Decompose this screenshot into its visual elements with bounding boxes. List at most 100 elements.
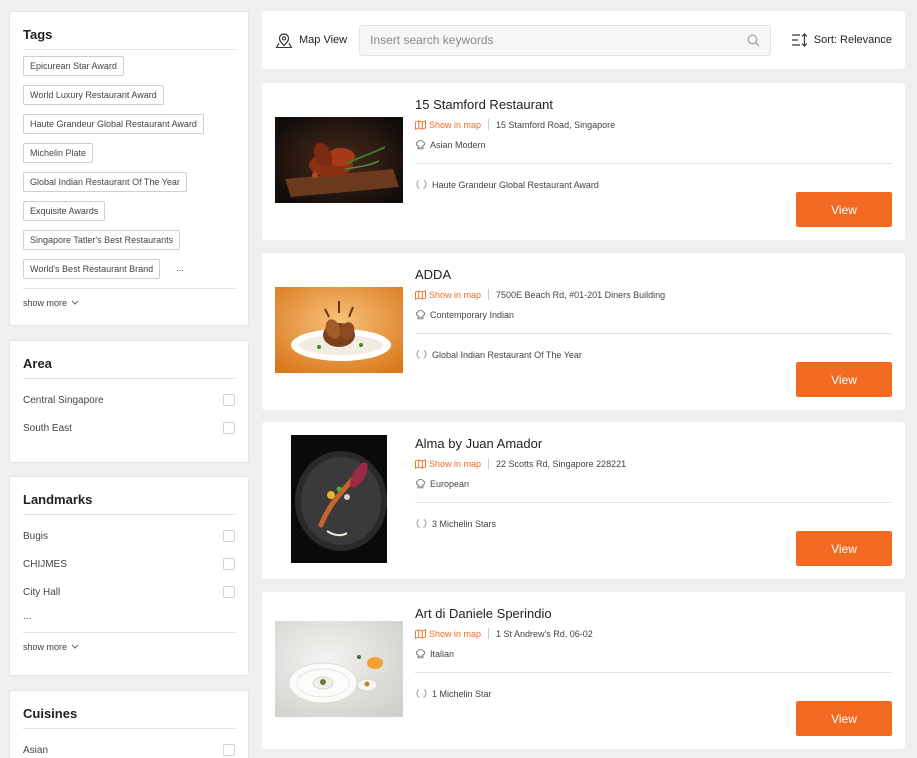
cuisine-label: Italian — [430, 648, 455, 659]
search-input[interactable] — [370, 33, 748, 47]
restaurant-card: Art di Daniele Sperindio Show in map 1 S… — [262, 592, 905, 749]
restaurant-cuisine: Contemporary Indian — [415, 309, 514, 320]
restaurant-card: Alma by Juan Amador Show in map 22 Scott… — [262, 422, 905, 579]
card-divider — [415, 163, 892, 164]
landmark-option[interactable]: Bugis — [23, 522, 235, 550]
search-icon[interactable] — [747, 34, 760, 47]
show-more-label: show more — [23, 642, 68, 652]
toolbar: Map View Sort: Relevance — [262, 11, 905, 69]
restaurant-cuisine: Italian — [415, 648, 454, 659]
landmark-option-label: CHIJMES — [23, 558, 67, 570]
map-view-label: Map View — [299, 34, 348, 46]
show-in-map-link[interactable]: Show in map — [415, 629, 481, 639]
restaurant-image[interactable] — [275, 287, 403, 373]
tag-chip[interactable]: Global Indian Restaurant Of The Year — [23, 172, 187, 192]
show-in-map-link[interactable]: Show in map — [415, 459, 481, 469]
chef-hat-icon — [415, 479, 426, 489]
view-button[interactable]: View — [796, 531, 892, 566]
restaurant-location: Show in map 22 Scotts Rd, Singapore 2282… — [415, 458, 626, 469]
restaurant-image[interactable] — [275, 621, 403, 717]
landmarks-title: Landmarks — [23, 477, 235, 515]
tag-chip[interactable]: World's Best Restaurant Brand — [23, 259, 161, 279]
tag-chip[interactable]: Exquisite Awards — [23, 201, 106, 221]
restaurant-cuisine: Asian Modern — [415, 139, 486, 150]
view-button[interactable]: View — [796, 701, 892, 736]
restaurant-name[interactable]: Alma by Juan Amador — [415, 436, 542, 451]
cuisine-label: European — [430, 478, 470, 489]
map-icon — [415, 289, 426, 300]
tag-chip[interactable]: Epicurean Star Award — [23, 56, 124, 76]
tags-show-more[interactable]: show more — [23, 288, 235, 316]
area-checkbox[interactable] — [223, 422, 235, 434]
show-in-map-label: Show in map — [429, 289, 482, 300]
laurel-icon — [416, 349, 427, 360]
landmarks-panel: Landmarks Bugis CHIJMES City Hall ... sh… — [9, 476, 249, 676]
landmark-checkbox[interactable] — [223, 558, 235, 570]
cuisine-label: Asian Modern — [430, 139, 486, 150]
area-title: Area — [23, 341, 235, 379]
cuisine-checkbox[interactable] — [223, 744, 235, 756]
map-pin-icon — [275, 32, 293, 48]
chef-hat-icon — [415, 140, 426, 150]
laurel-icon — [416, 518, 427, 529]
award-label: 3 Michelin Stars — [432, 518, 497, 529]
restaurant-award: 3 Michelin Stars — [415, 518, 496, 529]
restaurant-address: 15 Stamford Road, Singapore — [496, 119, 616, 130]
divider — [488, 119, 490, 130]
tag-chip[interactable]: Haute Grandeur Global Restaurant Award — [23, 114, 204, 134]
restaurant-location: Show in map 1 St Andrew's Rd, 06-02 — [415, 628, 593, 639]
restaurant-name[interactable]: Art di Daniele Sperindio — [415, 606, 552, 621]
cuisine-label: Contemporary Indian — [430, 309, 515, 320]
landmark-option-label: Bugis — [23, 530, 49, 542]
restaurant-location: Show in map 15 Stamford Road, Singapore — [415, 119, 615, 130]
card-divider — [415, 333, 892, 334]
view-button[interactable]: View — [796, 362, 892, 397]
area-option[interactable]: Central Singapore — [23, 386, 235, 414]
tag-chip[interactable]: World Luxury Restaurant Award — [23, 85, 164, 105]
area-option-label: Central Singapore — [23, 394, 104, 406]
award-label: Haute Grandeur Global Restaurant Award — [432, 179, 599, 190]
laurel-icon — [416, 179, 427, 190]
show-in-map-label: Show in map — [429, 458, 482, 469]
sort-dropdown[interactable]: Sort: Relevance — [791, 33, 892, 47]
map-view-button[interactable]: Map View — [275, 32, 347, 49]
area-option[interactable]: South East — [23, 414, 235, 442]
restaurant-image[interactable] — [291, 435, 387, 563]
landmark-checkbox[interactable] — [223, 530, 235, 542]
show-more-label: show more — [23, 298, 68, 308]
restaurant-image[interactable] — [275, 117, 403, 203]
show-in-map-link[interactable]: Show in map — [415, 120, 481, 130]
restaurant-name[interactable]: 15 Stamford Restaurant — [415, 97, 553, 112]
card-divider — [415, 672, 892, 673]
cuisine-option-label: Asian — [23, 744, 49, 756]
restaurant-location: Show in map 7500E Beach Rd, #01-201 Dine… — [415, 289, 665, 300]
award-label: Global Indian Restaurant Of The Year — [432, 349, 582, 360]
area-option-label: South East — [23, 422, 72, 434]
sort-label: Sort: Relevance — [813, 34, 892, 46]
restaurant-address: 22 Scotts Rd, Singapore 228221 — [496, 458, 627, 469]
chef-hat-icon — [415, 649, 426, 659]
map-icon — [415, 628, 426, 639]
landmark-option[interactable]: CHIJMES — [23, 550, 235, 578]
chef-hat-icon — [415, 310, 426, 320]
laurel-icon — [416, 688, 427, 699]
show-in-map-link[interactable]: Show in map — [415, 290, 481, 300]
divider — [488, 289, 490, 300]
restaurant-award: Haute Grandeur Global Restaurant Award — [415, 179, 599, 190]
landmark-option[interactable]: City Hall — [23, 578, 235, 606]
view-button[interactable]: View — [796, 192, 892, 227]
landmark-checkbox[interactable] — [223, 586, 235, 598]
cuisine-option[interactable]: Asian — [23, 736, 235, 758]
card-divider — [415, 502, 892, 503]
tag-chip[interactable]: Singapore Tatler's Best Restaurants — [23, 230, 181, 250]
area-checkbox[interactable] — [223, 394, 235, 406]
cuisines-title: Cuisines — [23, 691, 235, 729]
map-icon — [415, 458, 426, 469]
award-label: 1 Michelin Star — [432, 688, 492, 699]
landmarks-show-more[interactable]: show more — [23, 632, 235, 660]
chevron-down-icon — [71, 644, 79, 649]
restaurant-name[interactable]: ADDA — [415, 267, 451, 282]
sort-icon — [791, 33, 808, 47]
show-in-map-label: Show in map — [429, 628, 482, 639]
tag-chip[interactable]: Michelin Plate — [23, 143, 94, 163]
